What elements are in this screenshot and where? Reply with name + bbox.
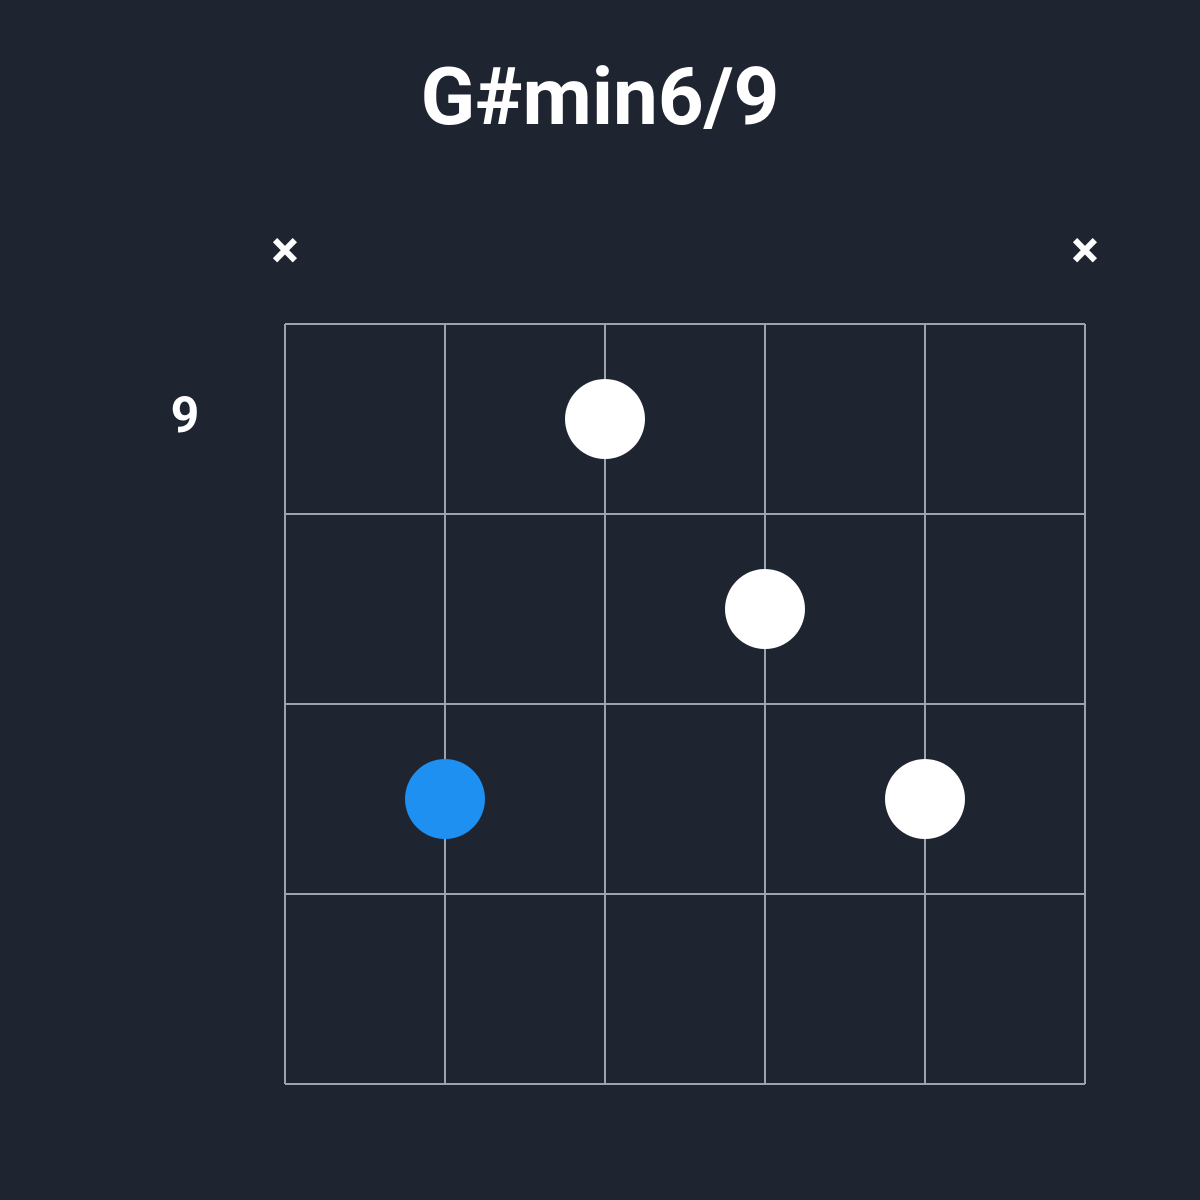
finger-dot-root — [405, 759, 485, 839]
mute-marker-icon: × — [1071, 220, 1099, 281]
finger-dot — [565, 379, 645, 459]
finger-dot — [725, 569, 805, 649]
chord-svg: × × 9 — [100, 194, 1100, 1174]
chord-name: G#min6/9 — [421, 50, 780, 144]
starting-fret-label: 9 — [171, 387, 200, 445]
chord-diagram: × × 9 — [0, 194, 1200, 1174]
finger-dot — [885, 759, 965, 839]
mute-marker-icon: × — [271, 220, 299, 281]
